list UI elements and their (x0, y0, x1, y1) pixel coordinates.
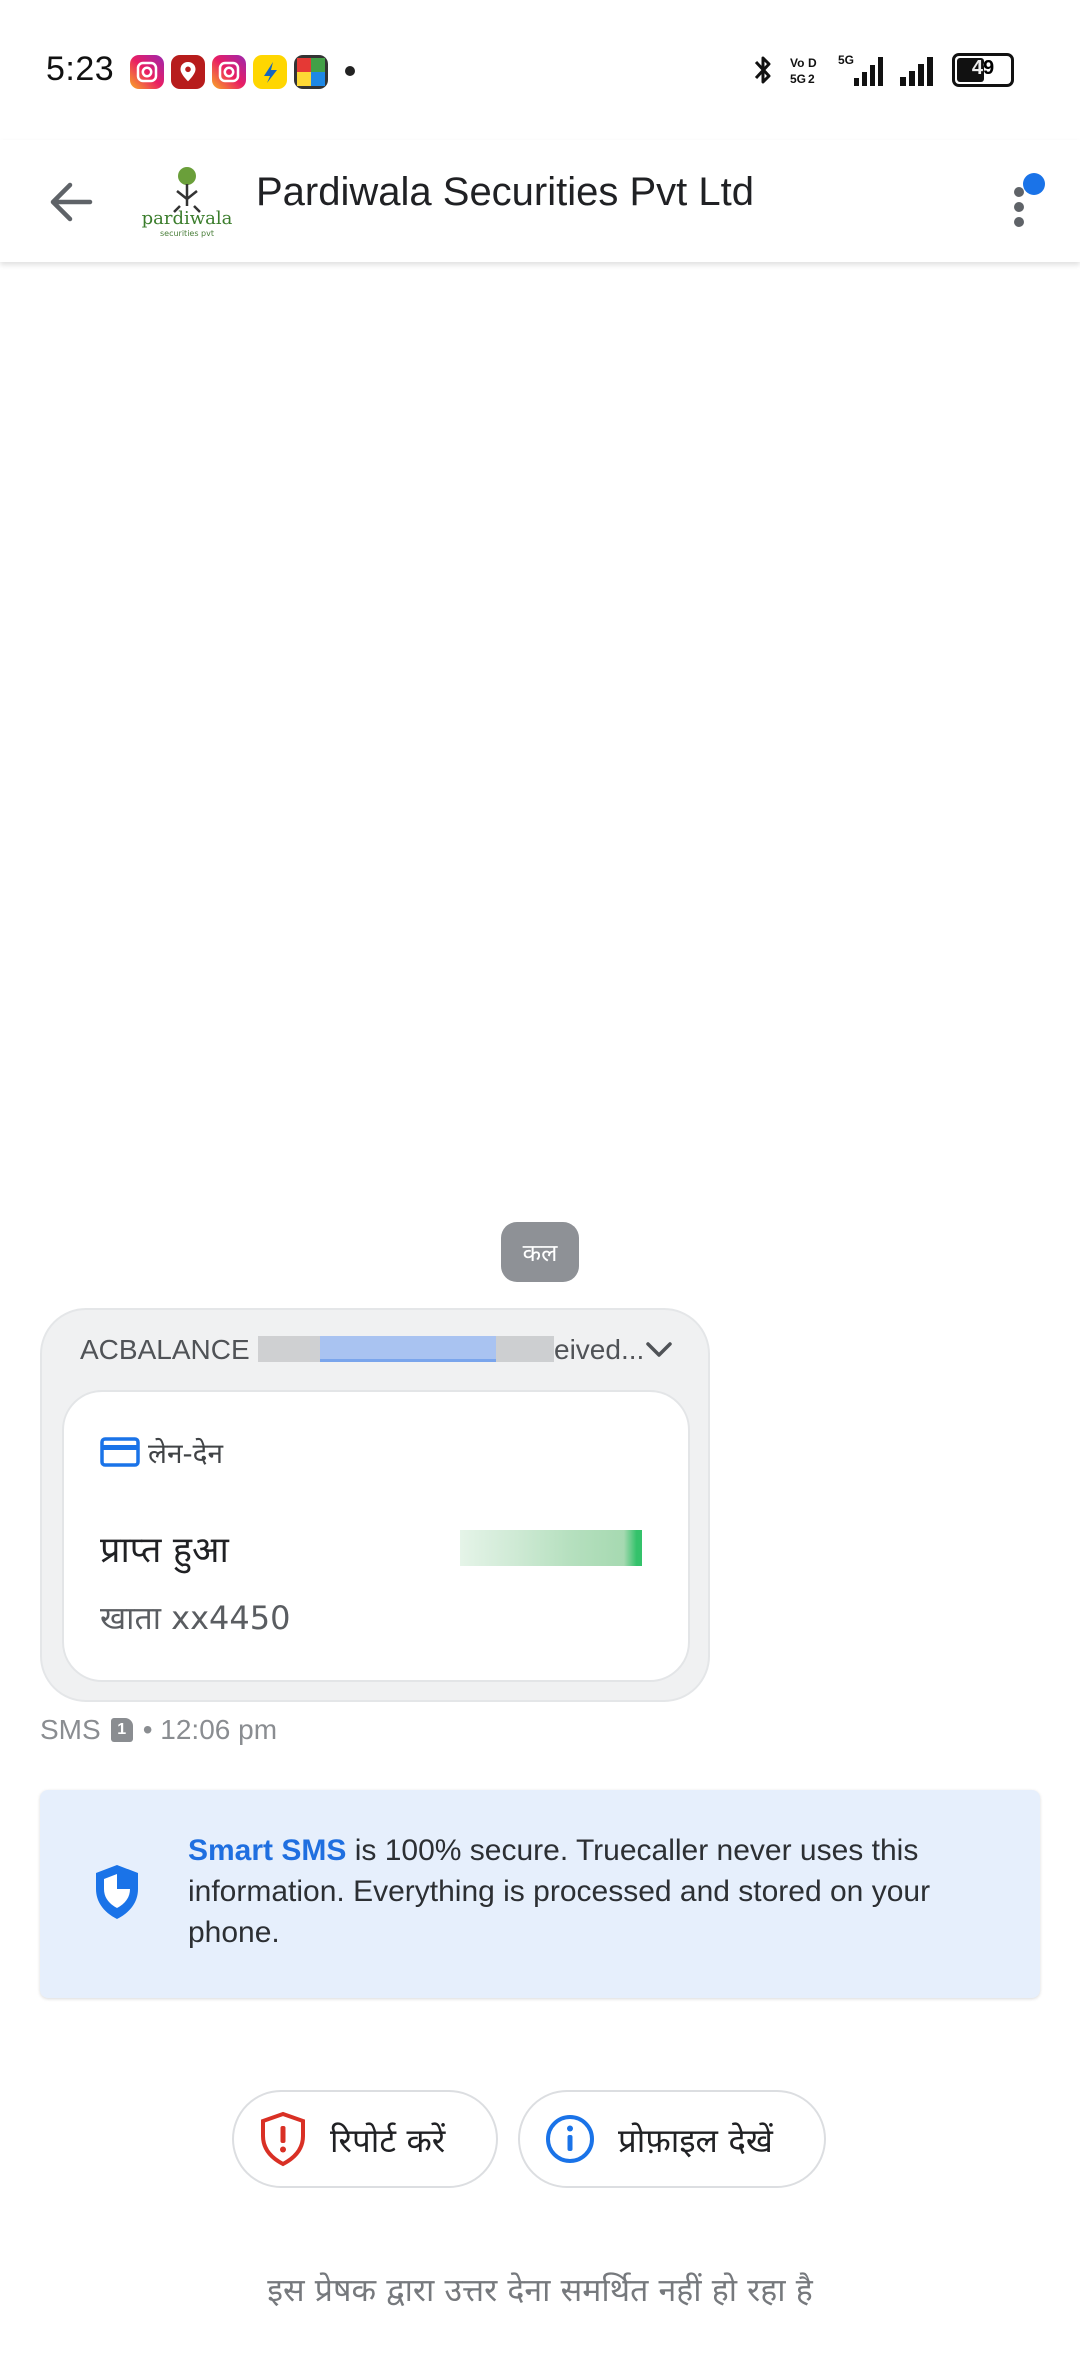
more-notifications-dot (345, 66, 355, 76)
maps-pin-icon (171, 55, 205, 89)
message-preview-suffix: eived... (554, 1334, 645, 1365)
more-vert-icon (1014, 173, 1045, 227)
reply-not-supported-note: इस प्रेषक द्वारा उत्तर देना समर्थित नहीं… (267, 2271, 813, 2309)
account-number: खाता xx4450 (100, 1599, 291, 1637)
report-button[interactable]: रिपोर्ट करें (232, 2090, 498, 2188)
date-chip: कल (501, 1222, 579, 1282)
message-preview-prefix: ACBALANCE (80, 1334, 250, 1365)
battery-level: 49 (971, 57, 995, 79)
conversation-header: pardiwala securities pvt Pardiwala Secur… (0, 140, 1080, 262)
report-label: रिपोर्ट करें (330, 2120, 446, 2160)
report-shield-icon (261, 2111, 305, 2167)
svg-text:securities pvt: securities pvt (160, 229, 214, 238)
svg-text:2: 2 (808, 72, 815, 86)
message-meta: SMS 1 • 12:06 pm (40, 1714, 277, 1746)
transaction-status: प्राप्त हुआ (100, 1530, 229, 1571)
svg-text:pardiwala: pardiwala (142, 208, 232, 229)
svg-text:Vo: Vo (790, 56, 804, 70)
message-time: • 12:06 pm (142, 1714, 278, 1745)
transaction-category: लेन-देन (148, 1437, 224, 1470)
expand-message-button[interactable] (640, 1336, 678, 1364)
instagram-icon (212, 55, 246, 89)
arrow-back-icon (50, 182, 93, 222)
chevron-down-icon (646, 1342, 672, 1357)
redacted-amount (460, 1530, 642, 1566)
bluetooth-icon (754, 56, 771, 84)
unread-dot (1023, 173, 1045, 195)
smart-sms-label: Smart SMS (188, 1834, 347, 1867)
view-profile-label: प्रोफ़ाइल देखें (618, 2120, 773, 2160)
message-type: SMS (40, 1714, 101, 1745)
status-time: 5:23 (46, 50, 115, 88)
more-options-button[interactable] (1000, 164, 1060, 244)
view-profile-button[interactable]: प्रोफ़ाइल देखें (518, 2090, 826, 2188)
instagram-icon (130, 55, 164, 89)
signal-5g-icon: 5G (838, 53, 883, 86)
grid-app-icon (294, 55, 328, 89)
svg-text:5G: 5G (838, 53, 854, 67)
flipkart-icon (253, 55, 287, 89)
redacted-text (258, 1336, 320, 1362)
volte-icon: Vo 5GD 2 (790, 56, 817, 86)
system-icons: Vo 5G D 2 5G 49 (752, 50, 1014, 90)
secure-notice-text: Smart SMS is 100% secure. Truecaller nev… (188, 1830, 1008, 1953)
redacted-text (496, 1336, 554, 1362)
svg-text:D: D (808, 56, 817, 70)
battery-icon: 49 (952, 53, 1014, 87)
redacted-link (320, 1336, 496, 1362)
secure-notice-banner: Smart SMS is 100% secure. Truecaller nev… (40, 1790, 1040, 1998)
back-button[interactable] (40, 172, 104, 232)
signal-icon (900, 57, 933, 86)
shield-icon (92, 1862, 142, 1922)
sim-icon: 1 (110, 1718, 133, 1742)
info-icon (546, 2115, 594, 2163)
sender-logo[interactable]: pardiwala securities pvt (142, 156, 233, 246)
credit-card-icon (100, 1436, 140, 1468)
status-bar: 5:23 Vo 5G D 2 5G 49 (0, 0, 1080, 140)
svg-text:5G: 5G (790, 72, 806, 86)
conversation-title[interactable]: Pardiwala Securities Pvt Ltd (256, 170, 754, 215)
